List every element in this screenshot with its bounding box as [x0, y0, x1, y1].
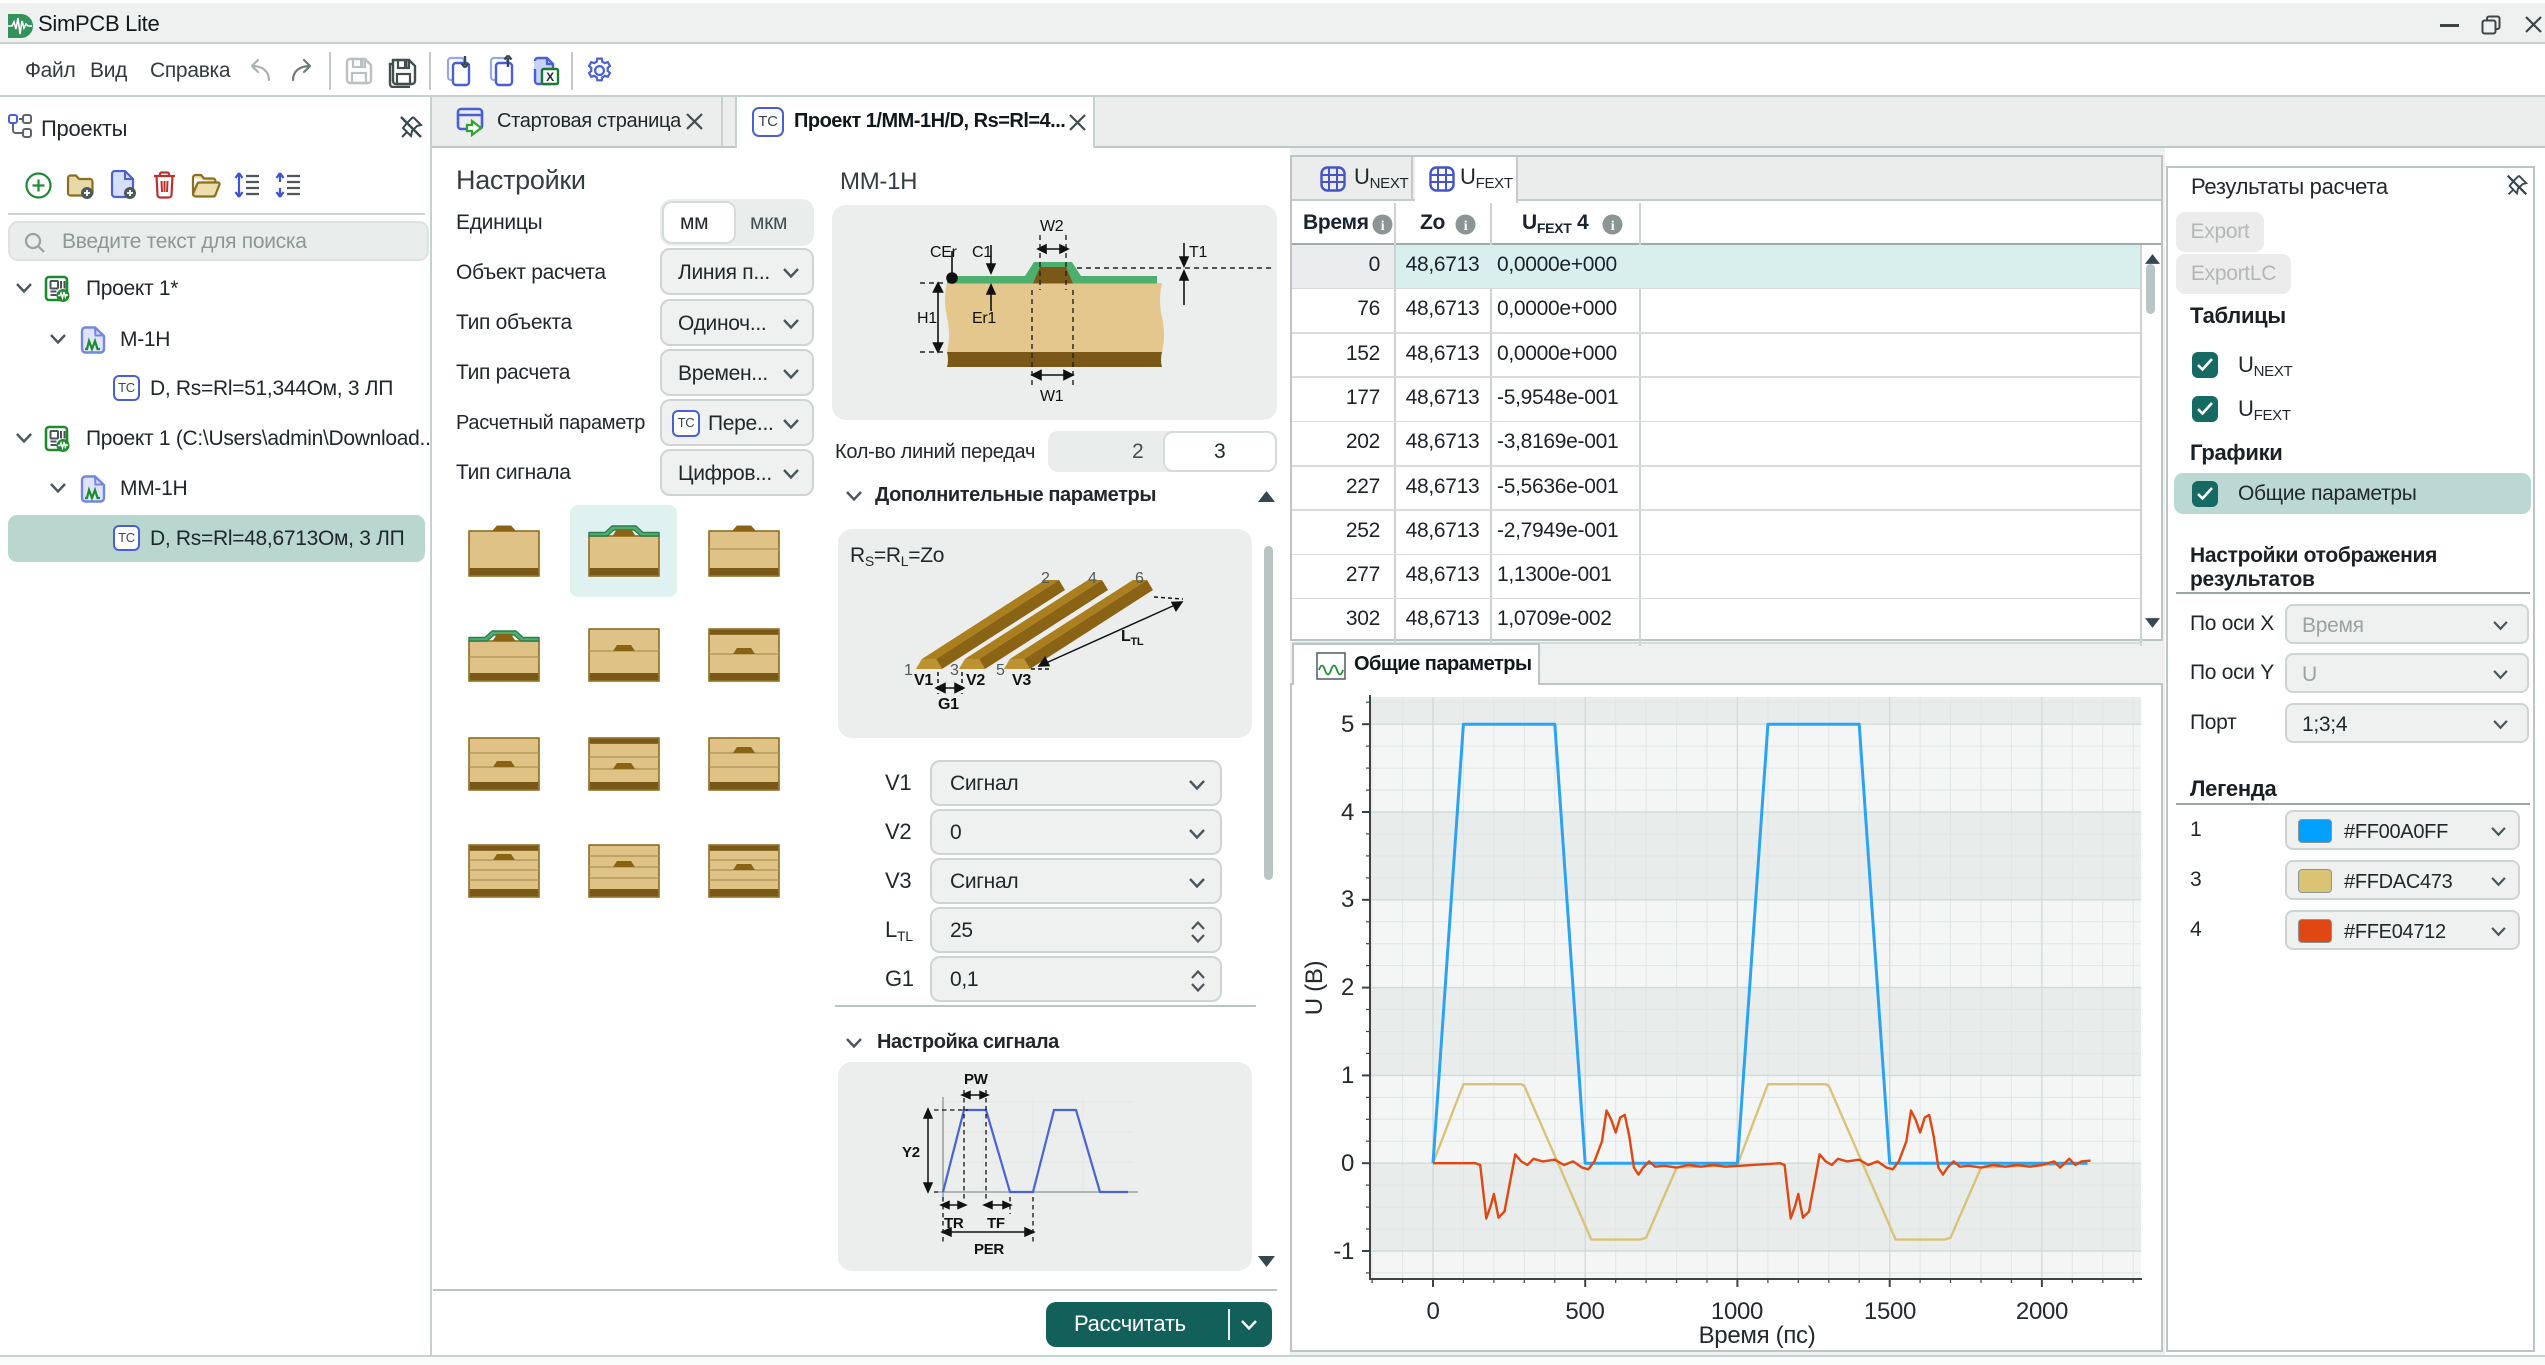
svg-text:1500: 1500	[1864, 1298, 1916, 1325]
svg-text:LTL: LTL	[1121, 628, 1144, 648]
svg-text:H1: H1	[917, 310, 937, 327]
svg-text:2: 2	[1041, 570, 1050, 587]
svg-text:2: 2	[1341, 974, 1354, 1001]
svg-text:5: 5	[1341, 711, 1354, 738]
svg-text:V3: V3	[1012, 672, 1031, 689]
svg-text:i: i	[1381, 219, 1385, 234]
svg-text:1: 1	[904, 662, 913, 679]
svg-text:V1: V1	[914, 672, 933, 689]
svg-text:1: 1	[1341, 1062, 1354, 1089]
svg-text:500: 500	[1565, 1298, 1604, 1325]
svg-text:5: 5	[996, 662, 1005, 679]
svg-text:i: i	[1611, 219, 1615, 234]
svg-text:PER: PER	[974, 1241, 1004, 1258]
svg-text:G1: G1	[938, 696, 959, 713]
svg-text:1000: 1000	[1711, 1298, 1763, 1325]
svg-text:RS=RL=Zo: RS=RL=Zo	[850, 544, 944, 569]
svg-text:W1: W1	[1040, 388, 1064, 405]
svg-text:4: 4	[1341, 799, 1354, 826]
svg-text:V2: V2	[966, 672, 985, 689]
svg-text:0: 0	[1426, 1298, 1439, 1325]
svg-text:-1: -1	[1333, 1238, 1354, 1265]
svg-text:Er1: Er1	[972, 310, 996, 327]
svg-text:3: 3	[950, 662, 959, 679]
svg-text:TF: TF	[987, 1215, 1005, 1232]
svg-text:Время (пс): Время (пс)	[1699, 1322, 1816, 1349]
svg-text:TR: TR	[944, 1215, 964, 1232]
svg-text:T1: T1	[1189, 244, 1207, 261]
svg-text:0: 0	[1341, 1150, 1354, 1177]
svg-text:3: 3	[1341, 886, 1354, 913]
svg-text:W2: W2	[1040, 218, 1064, 235]
svg-text:U (В): U (В)	[1301, 961, 1328, 1016]
svg-text:2000: 2000	[2016, 1298, 2068, 1325]
svg-text:4: 4	[1088, 570, 1097, 587]
svg-text:i: i	[1464, 219, 1468, 234]
svg-text:X: X	[546, 70, 554, 84]
svg-text:C1: C1	[972, 244, 992, 261]
svg-text:6: 6	[1135, 570, 1144, 587]
svg-text:Y2: Y2	[902, 1144, 920, 1161]
svg-text:CEr: CEr	[930, 244, 958, 261]
svg-text:PW: PW	[964, 1071, 989, 1088]
